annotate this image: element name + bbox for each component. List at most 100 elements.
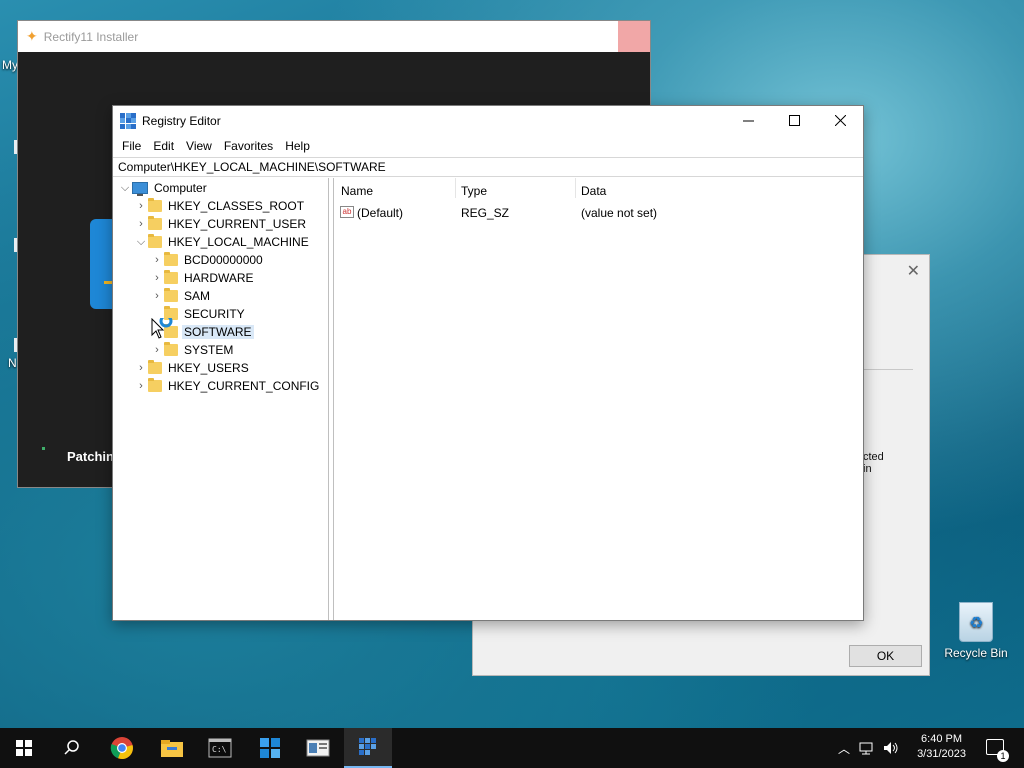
registry-editor-icon bbox=[120, 112, 136, 129]
tree-label: SYSTEM bbox=[184, 343, 234, 357]
folder-icon bbox=[148, 360, 162, 374]
clock-time: 6:40 PM bbox=[921, 733, 963, 745]
tree-label: HKEY_USERS bbox=[168, 361, 249, 375]
column-divider[interactable] bbox=[575, 178, 576, 198]
installer-logo-icon bbox=[90, 219, 114, 309]
recycle-bin-label: Recycle Bin bbox=[944, 646, 1008, 660]
chevron-right-icon[interactable]: › bbox=[150, 290, 164, 302]
tree-label: SECURITY bbox=[184, 307, 245, 321]
folder-icon bbox=[148, 198, 162, 212]
maximize-button[interactable] bbox=[771, 106, 817, 135]
chevron-right-icon[interactable]: › bbox=[134, 200, 148, 212]
tree-node-sam[interactable]: › SAM bbox=[150, 287, 210, 305]
svg-text:C:\: C:\ bbox=[212, 745, 227, 754]
chevron-down-icon[interactable]: ⌵ bbox=[134, 236, 148, 249]
chevron-right-icon[interactable]: › bbox=[150, 272, 164, 284]
close-icon bbox=[834, 115, 846, 126]
network-icon bbox=[859, 742, 873, 755]
system-tray: ︿ bbox=[838, 728, 899, 768]
value-name: (Default) bbox=[357, 206, 404, 220]
chevron-right-icon[interactable]: › bbox=[134, 380, 148, 392]
installer-status-text: Patchin bbox=[67, 449, 114, 464]
recycle-bin-icon bbox=[959, 602, 993, 642]
values-pane: Name Type Data ab (Default) REG_SZ (valu… bbox=[333, 178, 863, 620]
tree-node-hkcu[interactable]: › HKEY_CURRENT_USER bbox=[134, 215, 306, 233]
tree-label: HARDWARE bbox=[184, 271, 254, 285]
registry-editor-title-bar[interactable]: Registry Editor bbox=[113, 106, 863, 135]
start-button[interactable] bbox=[0, 728, 48, 768]
tree-label-selected: SOFTWARE bbox=[182, 325, 254, 339]
notification-count-badge: 1 bbox=[997, 750, 1009, 762]
tree-node-hkcc[interactable]: › HKEY_CURRENT_CONFIG bbox=[134, 377, 319, 395]
maximize-icon bbox=[788, 115, 800, 126]
tree-node-system[interactable]: › SYSTEM bbox=[150, 341, 233, 359]
search-icon bbox=[64, 740, 79, 755]
tree-label: HKEY_CURRENT_CONFIG bbox=[168, 379, 320, 393]
installer-close-button[interactable] bbox=[618, 21, 650, 52]
tree-label: HKEY_CLASSES_ROOT bbox=[168, 199, 305, 213]
registry-editor-window: Registry Editor File Edit View Favorites… bbox=[112, 105, 864, 621]
desktop-icon-label-fragment: N bbox=[8, 356, 17, 370]
search-button[interactable] bbox=[48, 728, 96, 768]
column-header-data[interactable]: Data bbox=[581, 184, 606, 198]
folder-icon bbox=[164, 288, 178, 302]
minimize-button[interactable] bbox=[725, 106, 771, 135]
terminal-taskbar-button[interactable]: C:\ bbox=[196, 728, 244, 768]
registry-tree: ⌵ Computer › HKEY_CLASSES_ROOT › HKEY_CU… bbox=[113, 178, 329, 620]
dialog-close-icon[interactable]: ✕ bbox=[907, 261, 920, 281]
address-bar[interactable]: Computer\HKEY_LOCAL_MACHINE\SOFTWARE bbox=[113, 157, 863, 177]
tree-node-hku[interactable]: › HKEY_USERS bbox=[134, 359, 249, 377]
terminal-icon: C:\ bbox=[208, 738, 232, 758]
menu-favorites[interactable]: Favorites bbox=[218, 139, 279, 153]
desktop-icon-label-fragment: My bbox=[2, 58, 18, 72]
chevron-right-icon[interactable]: › bbox=[134, 362, 148, 374]
show-hidden-icons-chevron-up-icon[interactable]: ︿ bbox=[838, 740, 850, 757]
string-value-icon: ab bbox=[340, 206, 354, 218]
tree-node-hkcr[interactable]: › HKEY_CLASSES_ROOT bbox=[134, 197, 304, 215]
taskbar-clock[interactable]: 6:40 PM 3/31/2023 bbox=[917, 732, 966, 762]
installer-title: Rectify11 Installer bbox=[43, 29, 139, 44]
menu-file[interactable]: File bbox=[116, 139, 147, 153]
close-button[interactable] bbox=[817, 106, 863, 135]
installer-title-bar[interactable]: ✦ Rectify11 Installer bbox=[18, 21, 650, 52]
tree-node-hklm[interactable]: ⌵ HKEY_LOCAL_MACHINE bbox=[134, 233, 309, 251]
minimize-icon bbox=[742, 120, 754, 122]
chevron-down-icon[interactable]: ⌵ bbox=[118, 182, 132, 195]
folder-icon bbox=[164, 270, 178, 284]
dialog-text-fragment: cted in bbox=[863, 451, 884, 475]
folder-icon bbox=[148, 216, 162, 230]
progress-indicator bbox=[42, 447, 45, 450]
registry-editor-taskbar-button[interactable] bbox=[344, 728, 392, 768]
column-header-name[interactable]: Name bbox=[341, 184, 373, 198]
menu-help[interactable]: Help bbox=[279, 139, 316, 153]
menu-edit[interactable]: Edit bbox=[147, 139, 180, 153]
dialog-separator bbox=[863, 369, 913, 370]
tree-node-bcd[interactable]: › BCD00000000 bbox=[150, 251, 263, 269]
taskbar: C:\ ︿ 6:40 PM 3/31/2023 1 bbox=[0, 728, 1024, 768]
tree-label: SAM bbox=[184, 289, 211, 303]
rectify11-star-icon: ✦ bbox=[26, 28, 38, 44]
recycle-bin-desktop-icon[interactable]: Recycle Bin bbox=[941, 602, 1011, 660]
column-header-type[interactable]: Type bbox=[461, 184, 487, 198]
tree-node-computer[interactable]: ⌵ Computer bbox=[118, 179, 207, 197]
value-type: REG_SZ bbox=[461, 206, 510, 220]
menu-view[interactable]: View bbox=[180, 139, 218, 153]
chevron-right-icon[interactable]: › bbox=[134, 218, 148, 230]
tree-label: HKEY_LOCAL_MACHINE bbox=[168, 235, 309, 249]
value-data: (value not set) bbox=[581, 206, 658, 220]
ok-button[interactable]: OK bbox=[849, 645, 922, 667]
chevron-right-icon[interactable]: › bbox=[150, 344, 164, 356]
chrome-taskbar-button[interactable] bbox=[98, 728, 146, 768]
window-title: Registry Editor bbox=[142, 113, 221, 128]
folder-icon bbox=[164, 342, 178, 356]
chevron-right-icon[interactable]: › bbox=[150, 254, 164, 266]
file-explorer-icon bbox=[161, 740, 183, 757]
folder-icon bbox=[148, 378, 162, 392]
control-panel-taskbar-button[interactable] bbox=[294, 728, 342, 768]
value-row[interactable]: ab (Default) REG_SZ (value not set) bbox=[334, 204, 863, 222]
rectify11-taskbar-button[interactable] bbox=[246, 728, 294, 768]
tree-node-hardware[interactable]: › HARDWARE bbox=[150, 269, 254, 287]
column-divider[interactable] bbox=[455, 178, 456, 198]
file-explorer-taskbar-button[interactable] bbox=[148, 728, 196, 768]
rectify11-icon bbox=[260, 738, 280, 758]
